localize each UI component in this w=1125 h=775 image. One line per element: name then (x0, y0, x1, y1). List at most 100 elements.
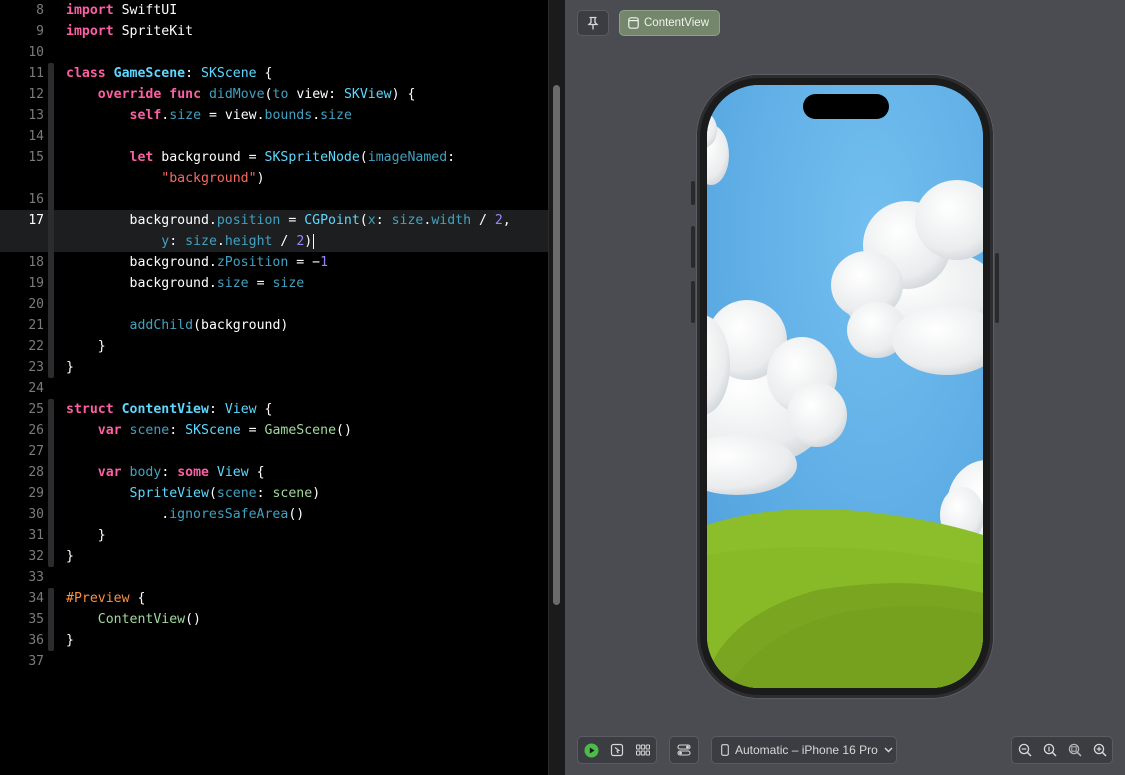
zoom-out-button[interactable] (1018, 743, 1032, 757)
code-line[interactable]: 15 let background = SKSpriteNode(imageNa… (0, 147, 548, 168)
zoom-in-button[interactable] (1093, 743, 1107, 757)
preview-icon (628, 17, 639, 29)
live-mode-button[interactable] (584, 743, 599, 758)
device-icon (721, 744, 729, 756)
zoom-100-button[interactable] (1043, 743, 1057, 757)
code-token: "background" (161, 171, 257, 186)
code-token: , (502, 213, 511, 228)
code-token: size (185, 234, 217, 249)
code-line[interactable]: 14 (0, 126, 548, 147)
device-picker[interactable]: Automatic – iPhone 16 Pro (711, 736, 897, 764)
code-token: . (216, 234, 225, 249)
line-number: 30 (28, 507, 44, 522)
code-line[interactable]: 30 .ignoresSafeArea() (0, 504, 548, 525)
text-cursor (313, 233, 315, 249)
code-line[interactable]: 18 background.zPosition = −1 (0, 252, 548, 273)
code-line[interactable]: 29 SpriteView(scene: scene) (0, 483, 548, 504)
editor-scrollbar[interactable] (548, 0, 565, 775)
scroll-thumb[interactable] (553, 85, 560, 605)
line-number: 27 (28, 444, 44, 459)
line-number: 21 (28, 318, 44, 333)
code-editor[interactable]: 8 import SwiftUI 9 import SpriteKit 10 11 clas… (0, 0, 548, 775)
code-line[interactable]: 13 self.size = view.bounds.size (0, 105, 548, 126)
code-line[interactable]: 25 struct ContentView: View { (0, 399, 548, 420)
code-token: size (391, 213, 424, 228)
scene-background-image (707, 85, 983, 688)
code-token: ( (264, 87, 273, 102)
selectable-mode-button[interactable] (610, 743, 624, 757)
code-token: let (129, 150, 154, 165)
sprite-scene-preview[interactable] (707, 85, 983, 688)
code-line[interactable]: 35 ContentView() (0, 609, 548, 630)
code-line[interactable]: 8 import SwiftUI (0, 0, 548, 21)
code-line[interactable]: 36} (0, 630, 548, 651)
pin-button[interactable] (577, 10, 609, 36)
code-line[interactable]: 26 var scene: SKScene = GameScene() (0, 420, 548, 441)
line-number: 26 (28, 423, 44, 438)
code-fold-ribbon[interactable] (48, 63, 54, 378)
code-token: { (248, 465, 265, 480)
line-number: 11 (28, 66, 44, 81)
code-line[interactable]: 37 (0, 651, 548, 672)
code-line[interactable]: 10 (0, 42, 548, 63)
code-token: ) (256, 171, 265, 186)
code-token: ( (359, 213, 368, 228)
code-line[interactable]: 28 var body: some View { (0, 462, 548, 483)
line-number: 22 (28, 339, 44, 354)
code-line[interactable]: 22 } (0, 336, 548, 357)
code-line[interactable]: 27 (0, 441, 548, 462)
code-line[interactable]: 31 } (0, 525, 548, 546)
code-line[interactable]: 32} (0, 546, 548, 567)
line-number: 25 (28, 402, 44, 417)
code-line[interactable]: 34 #Preview { (0, 588, 548, 609)
code-line[interactable]: 24 (0, 378, 548, 399)
code-line[interactable]: 16 (0, 189, 548, 210)
code-token: scene (272, 486, 313, 501)
code-text: #Preview { (66, 588, 145, 609)
device-settings-button[interactable] (669, 736, 699, 764)
code-token: body (129, 465, 162, 480)
line-number: 28 (28, 465, 44, 480)
code-text: .ignoresSafeArea() (66, 504, 304, 525)
code-line[interactable]: 17 background.position = CGPoint(x: size… (0, 210, 548, 231)
code-line[interactable]: 12 override func didMove(to view: SKView… (0, 84, 548, 105)
line-number: 12 (28, 87, 44, 102)
code-fold-ribbon[interactable] (48, 588, 54, 651)
code-text: var body: some View { (66, 462, 265, 483)
code-line[interactable]: "background") (0, 168, 548, 189)
code-line[interactable]: 9 import SpriteKit (0, 21, 548, 42)
code-token: = (280, 213, 305, 228)
code-token: x (367, 213, 376, 228)
code-text: } (66, 336, 106, 357)
code-token: 2 (494, 213, 503, 228)
code-token: SKScene (185, 423, 241, 438)
line-number: 32 (28, 549, 44, 564)
tab-label: ContentView (644, 17, 709, 29)
code-token: SpriteView (129, 486, 209, 501)
code-token: { (256, 402, 273, 417)
code-line[interactable]: 20 (0, 294, 548, 315)
code-token: SKScene (201, 66, 257, 81)
iphone-frame (691, 75, 999, 698)
code-line[interactable]: 33 (0, 567, 548, 588)
code-line[interactable]: 19 background.size = size (0, 273, 548, 294)
tab-content-view[interactable]: ContentView (619, 10, 720, 36)
code-line[interactable]: 11 class GameScene: SKScene { (0, 63, 548, 84)
code-token: View (224, 402, 257, 417)
code-fold-ribbon[interactable] (48, 399, 54, 567)
variants-button[interactable] (636, 744, 651, 756)
code-line[interactable]: 21 addChild(background) (0, 315, 548, 336)
code-token: . (66, 507, 170, 522)
code-token: size (272, 276, 305, 291)
code-token: SKSpriteNode (264, 150, 360, 165)
code-token: : (169, 234, 186, 249)
code-line[interactable]: 23} (0, 357, 548, 378)
code-line[interactable]: y: size.height / 2) (0, 231, 548, 252)
zoom-fit-button[interactable] (1068, 743, 1082, 757)
code-token: SwiftUI (113, 3, 178, 18)
code-text: ContentView() (66, 609, 201, 630)
